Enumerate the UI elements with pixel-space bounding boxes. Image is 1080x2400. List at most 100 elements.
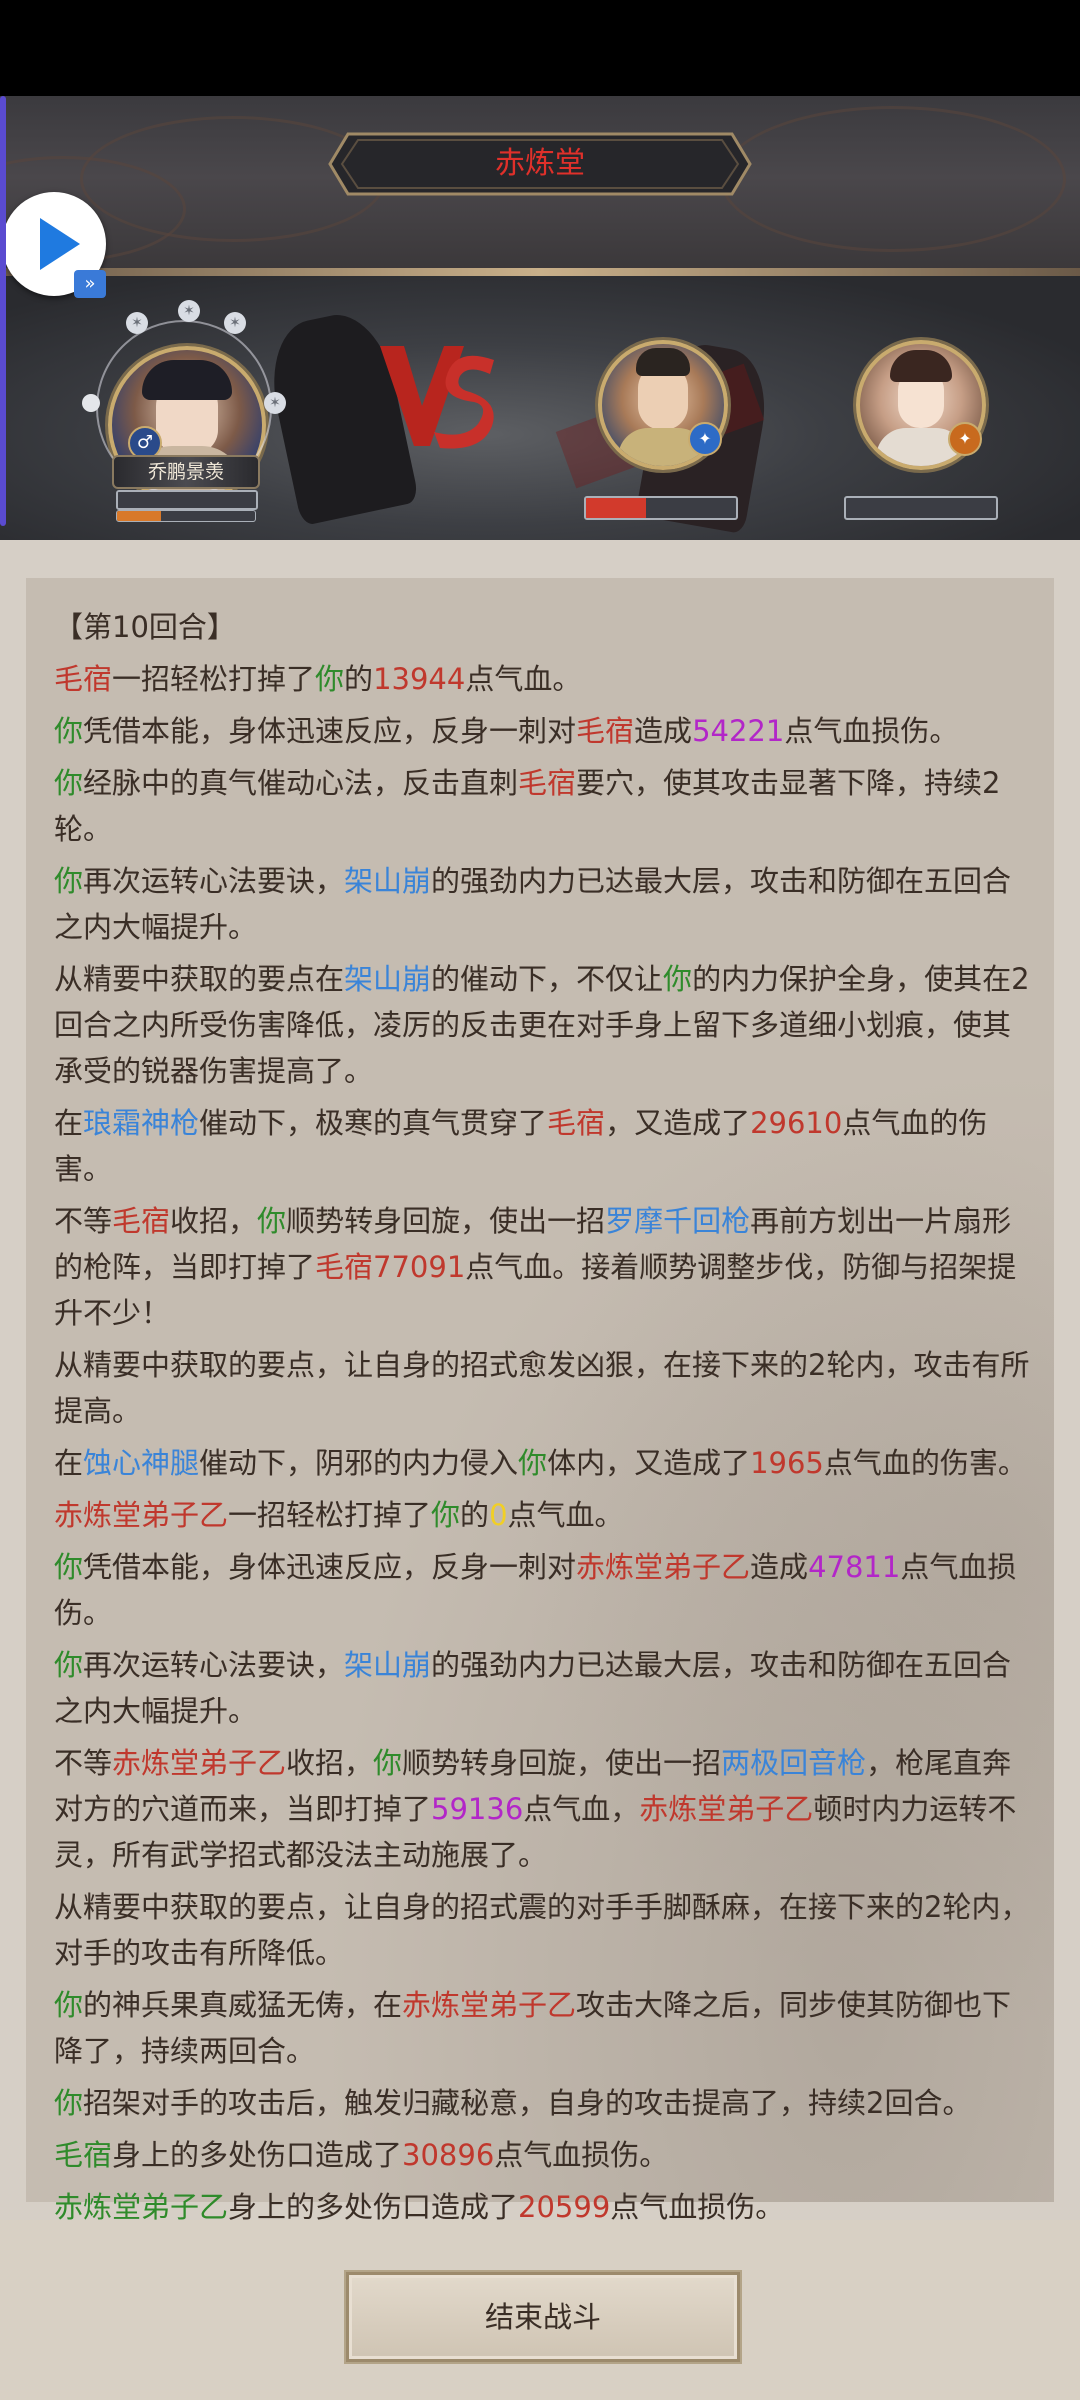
log-highlight: 54221 xyxy=(692,714,785,748)
log-text: 点气血， xyxy=(523,1792,640,1826)
log-entry: 毛宿身上的多处伤口造成了30896点气血损伤。 xyxy=(54,2132,1034,2178)
log-text: 经脉中的真气催动心法，反击直刺 xyxy=(83,766,519,800)
star-icon: ✶ xyxy=(126,312,148,334)
title-plate: 赤炼堂 xyxy=(328,132,752,196)
log-highlight: 架山崩 xyxy=(344,864,432,898)
log-text: 从精要中获取的要点，让自身的招式愈发凶狠，在接下来的2轮内，攻击有所提高。 xyxy=(54,1348,1030,1428)
log-text: 在 xyxy=(54,1446,84,1480)
log-highlight: 琅霜神枪 xyxy=(83,1106,200,1140)
log-highlight: 赤炼堂弟子乙 xyxy=(639,1792,814,1826)
log-text: 不等 xyxy=(54,1746,113,1780)
log-entry: 你再次运转心法要诀，架山崩的强劲内力已达最大层，攻击和防御在五回合之内大幅提升。 xyxy=(54,1642,1034,1734)
log-text: 造成 xyxy=(750,1550,809,1584)
log-highlight: 毛宿 xyxy=(54,662,113,696)
log-highlight: 你 xyxy=(54,2086,84,2120)
log-highlight: 你 xyxy=(257,1204,287,1238)
log-text: 凭借本能，身体迅速反应，反身一刺对 xyxy=(83,714,577,748)
orbit-dot-icon xyxy=(82,394,100,412)
log-highlight: 毛宿 xyxy=(54,2138,113,2172)
log-highlight: 47811 xyxy=(808,1550,901,1584)
log-entry: 从精要中获取的要点，让自身的招式震的对手手脚酥麻，在接下来的2轮内，对手的攻击有… xyxy=(54,1884,1034,1976)
log-highlight: 赤炼堂弟子乙 xyxy=(112,1746,287,1780)
star-icon: ✶ xyxy=(178,300,200,322)
log-entry: 不等赤炼堂弟子乙收招，你顺势转身回旋，使出一招两极回音枪，枪尾直奔对方的穴道而来… xyxy=(54,1740,1034,1878)
log-text: 一招轻松打掉了 xyxy=(228,1498,432,1532)
log-text: 点气血损伤。 xyxy=(784,714,959,748)
player-name: 乔鹏景羡 xyxy=(112,455,260,489)
log-text: ，又造成了 xyxy=(605,1106,751,1140)
log-text: 再次运转心法要诀， xyxy=(83,864,345,898)
log-highlight: 毛宿 xyxy=(315,1250,374,1284)
log-text: 点气血。 xyxy=(465,662,582,696)
player-mp-bar xyxy=(116,510,256,522)
log-highlight: 20599 xyxy=(518,2190,611,2224)
log-entry: 从精要中获取的要点，让自身的招式愈发凶狠，在接下来的2轮内，攻击有所提高。 xyxy=(54,1342,1034,1434)
log-highlight: 赤炼堂弟子乙 xyxy=(54,2190,229,2224)
log-text: 收招， xyxy=(170,1204,258,1238)
log-highlight: 77091 xyxy=(373,1250,466,1284)
log-highlight: 毛宿 xyxy=(112,1204,171,1238)
log-entry: 不等毛宿收招，你顺势转身回旋，使出一招罗摩千回枪再前方划出一片扇形的枪阵，当即打… xyxy=(54,1198,1034,1336)
log-text: 顺势转身回旋，使出一招 xyxy=(286,1204,606,1238)
log-highlight: 你 xyxy=(54,766,84,800)
log-entry: 毛宿一招轻松打掉了你的13944点气血。 xyxy=(54,656,1034,702)
log-entry: 在琅霜神枪催动下，极寒的真气贯穿了毛宿，又造成了29610点气血的伤害。 xyxy=(54,1100,1034,1192)
log-entry: 【第10回合】 xyxy=(54,604,1034,650)
log-highlight: 毛宿 xyxy=(576,714,635,748)
log-highlight: 赤炼堂弟子乙 xyxy=(402,1988,577,2022)
log-highlight: 29610 xyxy=(750,1106,843,1140)
log-text: 点气血。 xyxy=(507,1498,624,1532)
log-entry: 你的神兵果真威猛无俦，在赤炼堂弟子乙攻击大降之后，同步使其防御也下降了，持续两回… xyxy=(54,1982,1034,2074)
log-highlight: 毛宿 xyxy=(547,1106,606,1140)
log-highlight: 赤炼堂弟子乙 xyxy=(54,1498,229,1532)
star-icon: ✶ xyxy=(224,312,246,334)
log-text: 点气血损伤。 xyxy=(494,2138,669,2172)
log-text: 的 xyxy=(344,662,374,696)
log-entry: 赤炼堂弟子乙一招轻松打掉了你的0点气血。 xyxy=(54,1492,1034,1538)
end-battle-label: 结束战斗 xyxy=(484,2300,601,2334)
player-hp-bar xyxy=(116,490,258,510)
log-highlight: 59136 xyxy=(431,1792,524,1826)
log-highlight: 你 xyxy=(54,864,84,898)
log-entry: 赤炼堂弟子乙身上的多处伤口造成了20599点气血损伤。 xyxy=(54,2184,1034,2230)
log-text: 凭借本能，身体迅速反应，反身一刺对 xyxy=(83,1550,577,1584)
status-bar xyxy=(0,0,1080,96)
log-highlight: 1965 xyxy=(750,1446,824,1480)
log-highlight: 你 xyxy=(518,1446,548,1480)
log-text: 身上的多处伤口造成了 xyxy=(112,2138,403,2172)
log-entry: 你经脉中的真气催动心法，反击直刺毛宿要穴，使其攻击显著下降，持续2轮。 xyxy=(54,760,1034,852)
battle-log[interactable]: 【第10回合】 毛宿一招轻松打掉了你的13944点气血。 你凭借本能，身体迅速反应，… xyxy=(54,604,1034,2236)
log-text: 身上的多处伤口造成了 xyxy=(228,2190,519,2224)
log-entry: 从精要中获取的要点在架山崩的催动下，不仅让你的内力保护全身，使其在2回合之内所受… xyxy=(54,956,1034,1094)
divider xyxy=(0,268,1080,276)
log-highlight: 你 xyxy=(54,1550,84,1584)
log-entry: 你再次运转心法要诀，架山崩的强劲内力已达最大层，攻击和防御在五回合之内大幅提升。 xyxy=(54,858,1034,950)
log-highlight: 蚀心神腿 xyxy=(83,1446,200,1480)
log-entry: 你招架对手的攻击后，触发归藏秘意，自身的攻击提高了，持续2回合。 xyxy=(54,2080,1034,2126)
log-text: 一招轻松打掉了 xyxy=(112,662,316,696)
enemy-hp-bar-2 xyxy=(844,496,998,520)
log-highlight: 罗摩千回枪 xyxy=(605,1204,751,1238)
end-battle-button[interactable]: 结束战斗 xyxy=(346,2272,740,2362)
log-highlight: 架山崩 xyxy=(344,962,432,996)
side-edge-indicator xyxy=(0,96,6,526)
log-highlight: 毛宿 xyxy=(518,766,577,800)
vs-emblem xyxy=(380,346,494,449)
log-text: 不等 xyxy=(54,1204,113,1238)
player-mp-fill xyxy=(117,511,162,521)
log-highlight: 赤炼堂弟子乙 xyxy=(576,1550,751,1584)
fast-forward-icon[interactable]: » xyxy=(74,270,106,298)
log-text: 招架对手的攻击后，触发归藏秘意，自身的攻击提高了，持续2回合。 xyxy=(83,2086,972,2120)
log-text: 在 xyxy=(54,1106,84,1140)
log-text: 从精要中获取的要点，让自身的招式震的对手手脚酥麻，在接下来的2轮内，对手的攻击有… xyxy=(54,1890,1030,1970)
player-hp-fill xyxy=(118,492,256,508)
log-highlight: 你 xyxy=(54,1988,84,2022)
enemy-hp-fill-1 xyxy=(586,498,646,518)
log-highlight: 13944 xyxy=(373,662,466,696)
enemy-hp-bar-1 xyxy=(584,496,738,520)
log-text: 【第10回合】 xyxy=(54,610,236,644)
enemy-class-icon: ✦ xyxy=(948,422,982,456)
log-text: 再次运转心法要诀， xyxy=(83,1648,345,1682)
log-highlight: 你 xyxy=(373,1746,403,1780)
log-entry: 在蚀心神腿催动下，阴邪的内力侵入你体内，又造成了1965点气血的伤害。 xyxy=(54,1440,1034,1486)
